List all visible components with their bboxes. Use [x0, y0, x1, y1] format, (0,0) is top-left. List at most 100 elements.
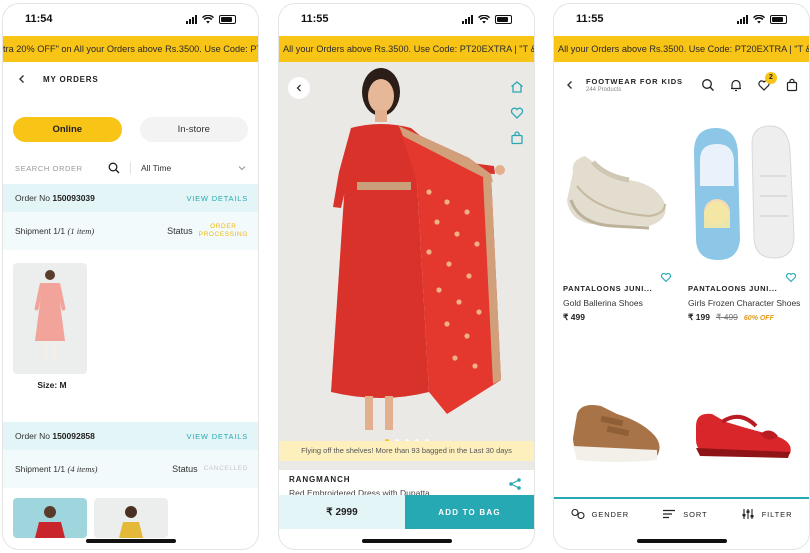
listing-title: FOOTWEAR FOR KIDS: [586, 77, 683, 86]
wifi-icon: [202, 14, 214, 23]
status-time: 11:55: [576, 13, 604, 25]
order-number-label: Order No: [15, 431, 50, 441]
wishlist-button[interactable]: 2: [757, 72, 777, 92]
pink-dress-illustration: [34, 270, 66, 363]
order-item-image[interactable]: [94, 498, 168, 538]
shipment-count: 1/1: [53, 464, 66, 474]
shipment-items: (4 items): [67, 464, 98, 474]
wishlist-heart-icon[interactable]: [509, 105, 525, 121]
back-icon: [296, 84, 301, 92]
tab-online[interactable]: Online: [13, 117, 122, 142]
price-value: ₹ 199: [688, 312, 710, 322]
status-time: 11:54: [25, 13, 53, 25]
order-item-image[interactable]: [13, 263, 87, 374]
man-shirt-illustration: [35, 506, 65, 538]
order-number: Order No 150092858: [15, 431, 95, 441]
back-icon[interactable]: [15, 72, 29, 86]
woman-top-illustration: [119, 506, 143, 538]
status-badge: CANCELLED: [203, 465, 248, 472]
filter-button[interactable]: FILTER: [741, 508, 793, 520]
order-status: Status ORDER PROCESSING: [167, 223, 248, 239]
battery-icon: [219, 14, 236, 24]
add-to-bag-button[interactable]: ADD TO BAG: [405, 495, 534, 529]
product-brand[interactable]: RANGMANCH: [289, 475, 350, 484]
order-tabs: Online In-store: [13, 117, 248, 142]
time-filter-select[interactable]: All Time: [131, 163, 246, 173]
view-details-link[interactable]: VIEW DETAILS: [186, 194, 248, 203]
search-order-input[interactable]: SEARCH ORDER: [15, 162, 131, 174]
tab-in-store[interactable]: In-store: [139, 117, 248, 142]
wifi-icon: [478, 14, 490, 23]
product-card[interactable]: [682, 384, 805, 484]
brown-sneaker-image: [573, 405, 660, 462]
view-details-link[interactable]: VIEW DETAILS: [186, 432, 248, 441]
order-header: Order No 150092858 VIEW DETAILS: [3, 422, 258, 450]
product-card[interactable]: PANTALOONS JUNI... Gold Ballerina Shoes …: [557, 116, 680, 326]
product-price: ₹ 199 ₹ 499 60% OFF: [688, 312, 774, 323]
promo-banner[interactable]: tra 20% OFF" on All your Orders above Rs…: [3, 36, 258, 62]
sort-filter-bar: GENDER SORT FILTER: [554, 497, 809, 529]
shipment-label: Shipment: [15, 226, 51, 236]
product-card[interactable]: PANTALOONS JUNI... Girls Frozen Characte…: [682, 116, 805, 326]
status-bar: 11:55: [279, 4, 534, 34]
shipment-items: (1 item): [67, 226, 95, 236]
status-icons: [186, 14, 236, 24]
status-value-line-2: PROCESSING: [198, 231, 248, 238]
product-card[interactable]: [557, 384, 680, 484]
home-icon[interactable]: [509, 79, 525, 95]
popularity-banner: Flying off the shelves! More than 93 bag…: [279, 441, 534, 461]
shipment-info: Shipment 1/1 (1 item): [15, 226, 94, 236]
order-number: Order No 150093039: [15, 193, 95, 203]
battery-icon: [495, 14, 512, 24]
status-bar: 11:55: [554, 4, 809, 34]
gender-button[interactable]: GENDER: [571, 508, 630, 520]
filter-label: FILTER: [761, 509, 793, 519]
time-filter-value: All Time: [141, 163, 172, 173]
search-icon[interactable]: [701, 78, 715, 92]
product-name: Gold Ballerina Shoes: [563, 298, 643, 308]
status-icons: [737, 14, 787, 24]
search-icon[interactable]: [108, 162, 120, 174]
listing-header: FOOTWEAR FOR KIDS 244 Products 2: [564, 72, 799, 98]
promo-banner[interactable]: All your Orders above Rs.3500. Use Code:…: [279, 36, 534, 62]
search-placeholder: SEARCH ORDER: [15, 163, 83, 173]
header-actions: 2: [701, 72, 799, 92]
filter-icon: [742, 509, 754, 519]
bag-icon[interactable]: [785, 78, 799, 92]
bag-icon[interactable]: [509, 130, 525, 146]
product-listing-screen: 11:55 All your Orders above Rs.3500. Use…: [554, 4, 809, 549]
wishlist-count-badge: 2: [765, 72, 777, 84]
share-icon[interactable]: [508, 477, 522, 491]
order-item-size: Size: M: [37, 380, 67, 390]
back-button[interactable]: [288, 77, 310, 99]
wifi-icon: [753, 14, 765, 23]
red-mary-jane-shoe-image: [696, 413, 791, 458]
promo-text: tra 20% OFF" on All your Orders above Rs…: [3, 44, 258, 54]
home-indicator: [636, 539, 727, 543]
product-brand: PANTALOONS JUNI...: [563, 284, 653, 293]
order-status: Status CANCELLED: [172, 464, 248, 474]
order-item-image[interactable]: [13, 498, 87, 538]
back-icon[interactable]: [564, 79, 576, 91]
price-value: ₹ 499: [563, 312, 585, 322]
product-detail-screen: 11:55 All your Orders above Rs.3500. Use…: [279, 4, 534, 549]
frozen-character-shoes-image: [694, 125, 795, 260]
product-count: 244 Products: [586, 87, 622, 93]
wishlist-heart-icon[interactable]: [660, 271, 672, 283]
promo-banner[interactable]: All your Orders above Rs.3500. Use Code:…: [554, 36, 809, 62]
bell-icon[interactable]: [729, 78, 743, 92]
home-indicator: [361, 539, 452, 543]
sort-icon: [663, 509, 676, 519]
status-icons: [462, 14, 512, 24]
sort-button[interactable]: SORT: [662, 509, 707, 519]
red-dress-illustration: [279, 62, 534, 470]
wishlist-heart-icon[interactable]: [785, 271, 797, 283]
chevron-down-icon: [238, 166, 246, 171]
status-label: Status: [167, 226, 193, 236]
shipment-row: Shipment 1/1 (4 items) Status CANCELLED: [3, 450, 258, 488]
status-badge: ORDER PROCESSING: [199, 223, 248, 239]
signal-icon: [737, 14, 748, 24]
product-image-carousel[interactable]: [279, 62, 534, 470]
sort-label: SORT: [683, 509, 708, 519]
gender-icon: [571, 508, 585, 520]
